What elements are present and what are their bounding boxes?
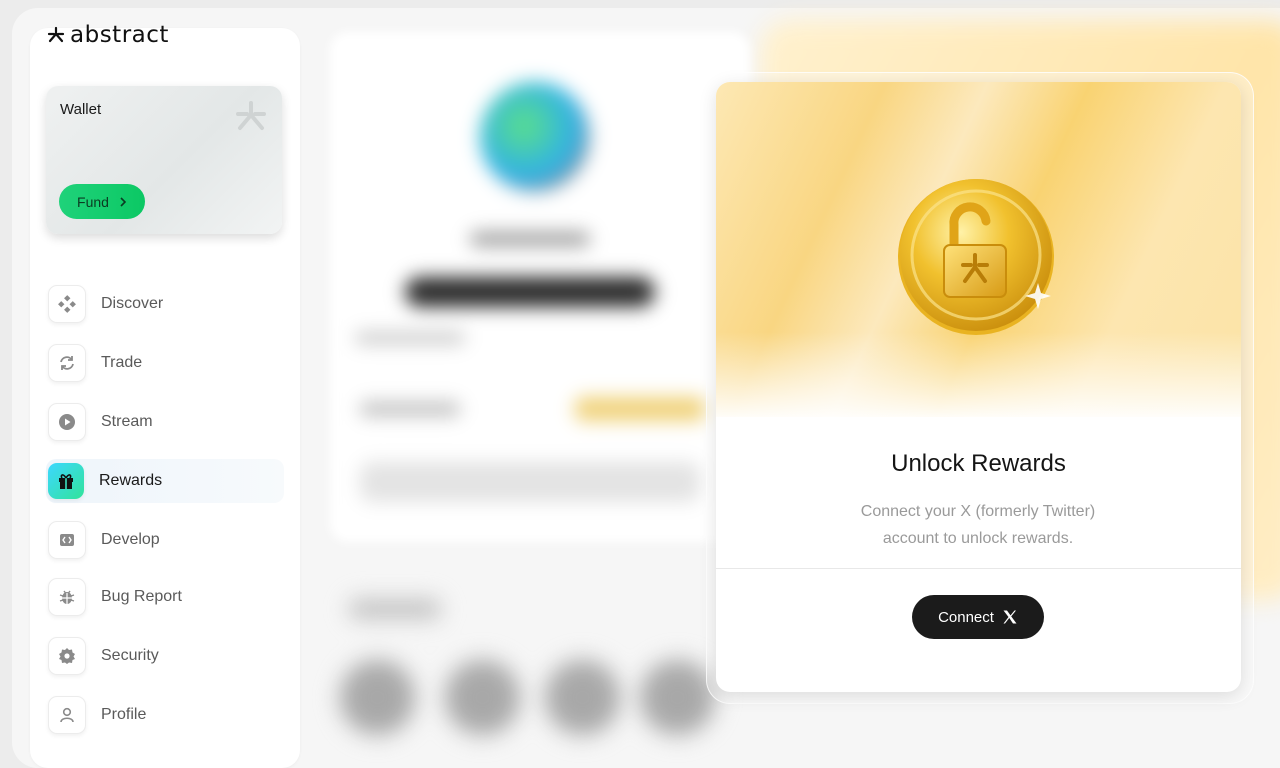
sidebar-item-label: Trade [101,354,143,371]
abstract-watermark-icon [236,101,266,130]
user-icon [48,696,86,734]
connect-button-label: Connect [938,608,994,626]
fund-button[interactable]: Fund [59,184,145,219]
connect-x-button[interactable]: Connect [912,595,1044,639]
sidebar-item-label: Profile [101,706,147,723]
chevron-right-icon [120,196,127,207]
wallet-title: Wallet [60,101,102,118]
brand-name: abstract [70,22,169,48]
gift-icon [48,463,84,499]
sidebar-item-label: Security [101,647,159,664]
discover-icon [48,285,86,323]
gear-icon [48,637,86,675]
sidebar: abstract Wallet Fund Discover Trade Stre… [30,22,300,768]
sidebar-item-label: Bug Report [101,588,182,605]
sidebar-item-label: Discover [101,295,164,312]
code-icon [48,521,86,559]
sidebar-item-trade[interactable]: Trade [46,341,284,385]
sidebar-item-label: Stream [101,413,153,430]
sidebar-item-label: Rewards [99,472,163,489]
wallet-card: Wallet Fund [46,86,282,234]
sidebar-item-profile[interactable]: Profile [46,693,284,737]
modal-divider [716,568,1241,569]
abstract-logo-icon [47,26,65,43]
fund-button-label: Fund [77,193,109,210]
play-icon [48,403,86,441]
sidebar-item-security[interactable]: Security [46,634,284,678]
modal-title: Unlock Rewards [891,450,1066,477]
open-lock-coin-icon [898,179,1054,335]
x-logo-icon [1003,610,1017,624]
sidebar-item-rewards[interactable]: Rewards [46,459,284,503]
background-profile-panel [330,32,750,542]
unlock-rewards-modal: Unlock Rewards Connect your X (formerly … [716,82,1241,692]
sidebar-item-stream[interactable]: Stream [46,400,284,444]
background-section [340,590,720,750]
bug-icon [48,578,86,616]
sidebar-item-develop[interactable]: Develop [46,518,284,562]
modal-hero [716,82,1241,422]
sidebar-item-bug-report[interactable]: Bug Report [46,575,284,619]
sidebar-item-discover[interactable]: Discover [46,282,284,326]
brand-logo[interactable]: abstract [46,22,169,48]
modal-description: Connect your X (formerly Twitter) accoun… [860,503,1096,547]
sidebar-item-label: Develop [101,531,160,548]
trade-icon [48,344,86,382]
